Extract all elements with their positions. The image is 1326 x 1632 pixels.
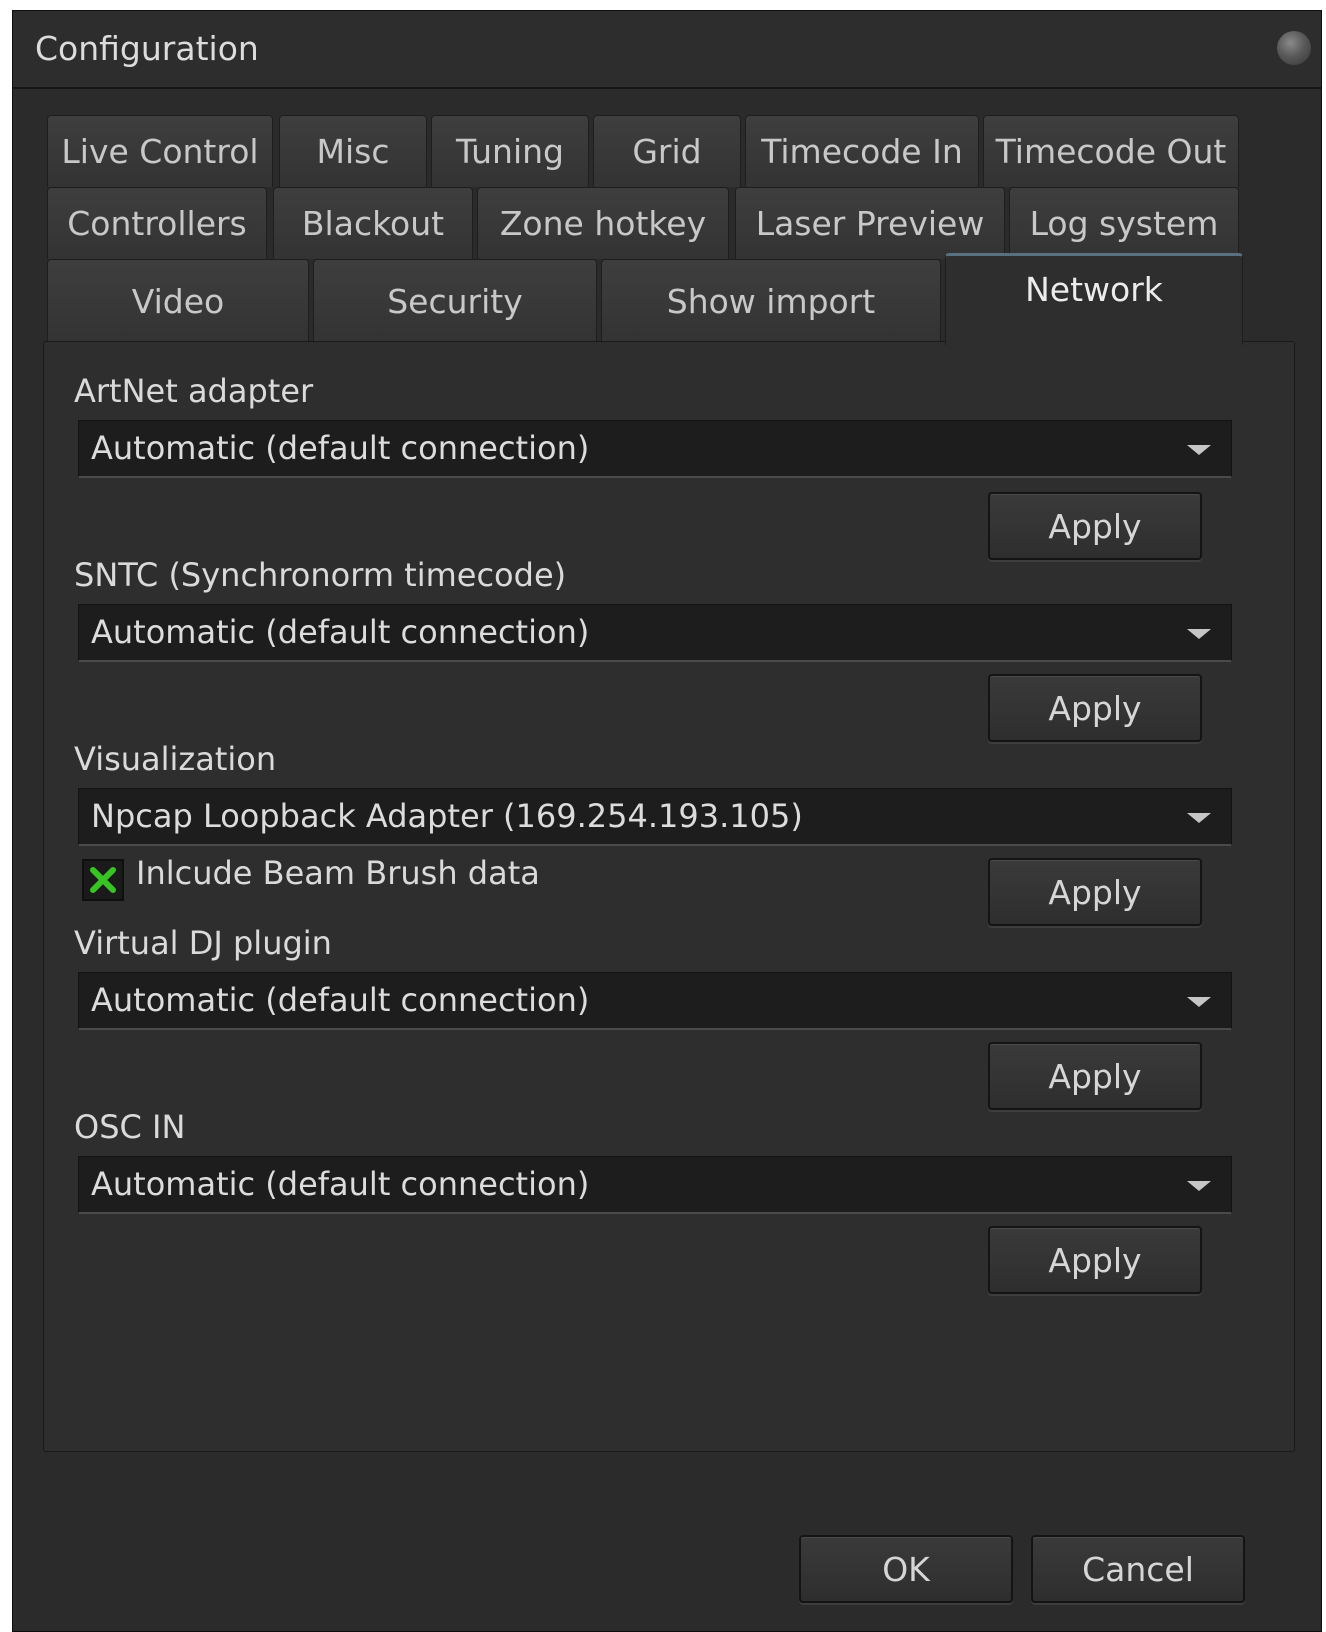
ok-button[interactable]: OK	[799, 1535, 1013, 1603]
visualization-apply-button[interactable]: Apply	[988, 858, 1202, 926]
tab-network[interactable]: Network	[945, 253, 1243, 345]
visualization-value: Npcap Loopback Adapter (169.254.193.105)	[91, 797, 803, 835]
title-bar: Configuration	[13, 11, 1321, 89]
sntc-apply-button[interactable]: Apply	[988, 674, 1202, 742]
artnet-adapter-value: Automatic (default connection)	[91, 429, 590, 467]
artnet-apply-button[interactable]: Apply	[988, 492, 1202, 560]
virtual-dj-apply-button[interactable]: Apply	[988, 1042, 1202, 1110]
chevron-down-icon	[1187, 997, 1211, 1007]
sntc-select[interactable]: Automatic (default connection)	[78, 604, 1232, 662]
osc-in-label: OSC IN	[74, 1108, 186, 1146]
tab-log-system[interactable]: Log system	[1009, 187, 1239, 259]
tab-laser-preview[interactable]: Laser Preview	[735, 187, 1005, 259]
include-beam-brush-label: Inlcude Beam Brush data	[136, 854, 540, 892]
tab-video[interactable]: Video	[47, 259, 309, 343]
checkmark-x-icon	[90, 867, 116, 893]
chevron-down-icon	[1187, 445, 1211, 455]
tab-live-control[interactable]: Live Control	[47, 115, 273, 187]
chevron-down-icon	[1187, 629, 1211, 639]
tab-tuning[interactable]: Tuning	[431, 115, 589, 187]
osc-in-value: Automatic (default connection)	[91, 1165, 590, 1203]
tab-zone-hotkey[interactable]: Zone hotkey	[477, 187, 729, 259]
close-orb-icon[interactable]	[1277, 31, 1311, 65]
configuration-dialog: Configuration Live Control Misc Tuning G…	[12, 10, 1322, 1632]
tab-security[interactable]: Security	[313, 259, 597, 343]
visualization-label: Visualization	[74, 740, 277, 778]
chevron-down-icon	[1187, 813, 1211, 823]
tab-misc[interactable]: Misc	[279, 115, 427, 187]
osc-in-apply-button[interactable]: Apply	[988, 1226, 1202, 1294]
artnet-adapter-label: ArtNet adapter	[74, 372, 314, 410]
virtual-dj-label: Virtual DJ plugin	[74, 924, 332, 962]
cancel-button[interactable]: Cancel	[1031, 1535, 1245, 1603]
dialog-title: Configuration	[35, 29, 259, 68]
visualization-select[interactable]: Npcap Loopback Adapter (169.254.193.105)	[78, 788, 1232, 846]
tab-grid[interactable]: Grid	[593, 115, 741, 187]
chevron-down-icon	[1187, 1181, 1211, 1191]
osc-in-select[interactable]: Automatic (default connection)	[78, 1156, 1232, 1214]
virtual-dj-value: Automatic (default connection)	[91, 981, 590, 1019]
virtual-dj-select[interactable]: Automatic (default connection)	[78, 972, 1232, 1030]
include-beam-brush-checkbox[interactable]	[82, 859, 124, 901]
network-settings-panel: ArtNet adapter Automatic (default connec…	[43, 341, 1295, 1452]
tab-show-import[interactable]: Show import	[601, 259, 941, 343]
tab-controllers[interactable]: Controllers	[47, 187, 267, 259]
tab-blackout[interactable]: Blackout	[273, 187, 473, 259]
tab-timecode-in[interactable]: Timecode In	[745, 115, 979, 187]
sntc-label: SNTC (Synchronorm timecode)	[74, 556, 567, 594]
tab-timecode-out[interactable]: Timecode Out	[983, 115, 1239, 187]
artnet-adapter-select[interactable]: Automatic (default connection)	[78, 420, 1232, 478]
sntc-value: Automatic (default connection)	[91, 613, 590, 651]
